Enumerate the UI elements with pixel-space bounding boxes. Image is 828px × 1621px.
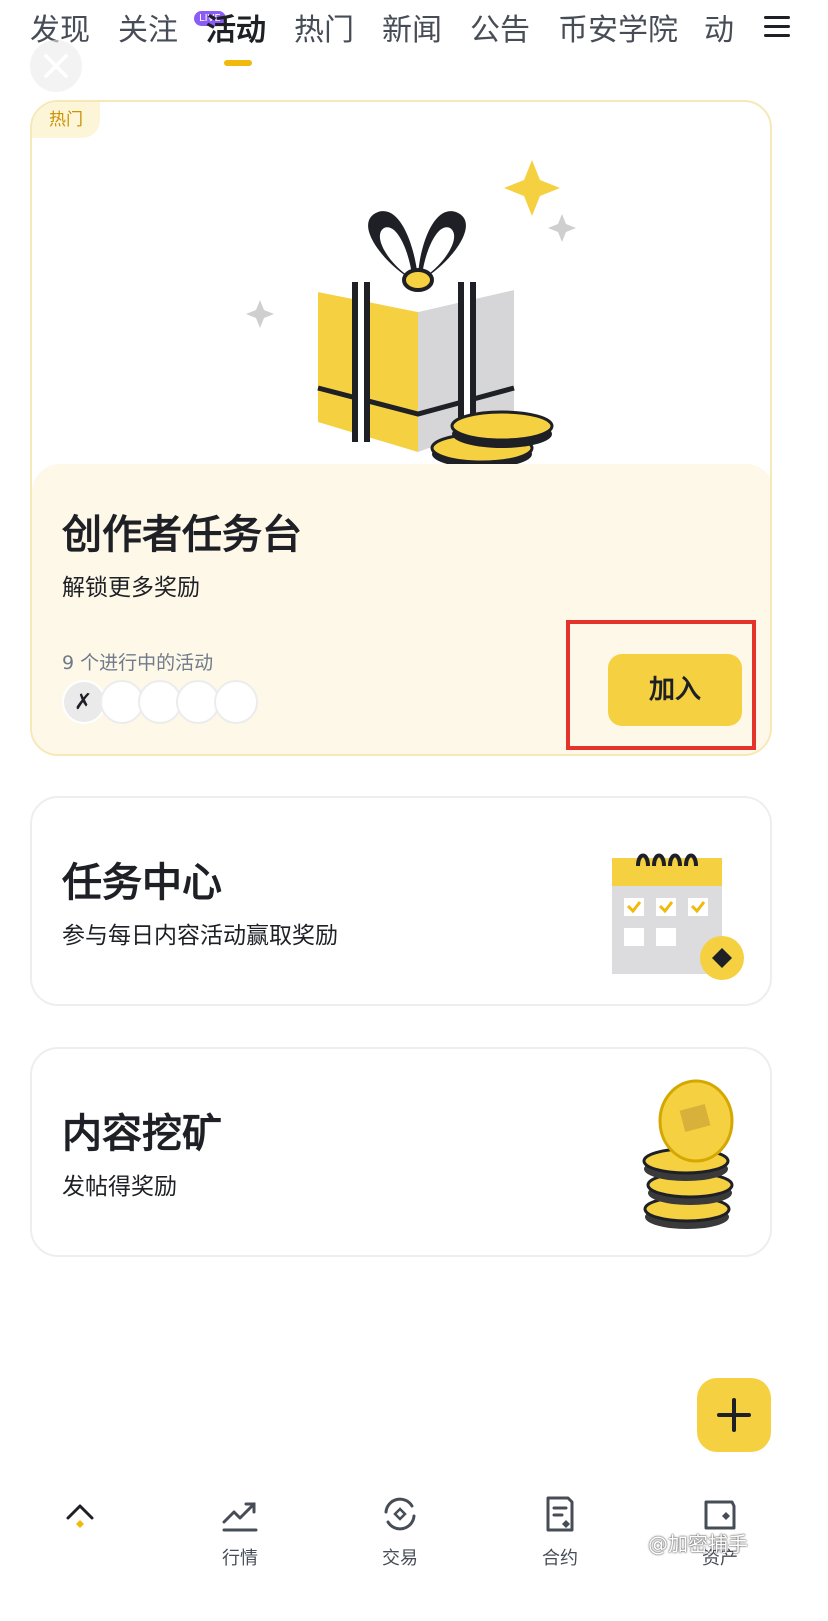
markets-icon <box>222 1502 258 1532</box>
participant-avatars: ✗ <box>62 680 262 726</box>
add-post-button[interactable] <box>697 1378 771 1452</box>
tab-news[interactable]: 新闻 <box>382 6 442 56</box>
creator-task-info: 创作者任务台 解锁更多奖励 9 个进行中的活动 ✗ 加入 <box>32 464 770 754</box>
close-button[interactable] <box>30 40 82 92</box>
nav-label: 交易 <box>382 1548 418 1569</box>
join-button[interactable]: 加入 <box>608 654 742 726</box>
tab-following[interactable]: 关注 <box>118 6 178 56</box>
card-title: 内容挖矿 <box>62 1111 222 1157</box>
tab-trending[interactable]: 热门 <box>294 6 354 56</box>
card-subtitle: 解锁更多奖励 <box>62 575 200 601</box>
nav-markets[interactable]: 行情 <box>190 1480 290 1621</box>
nav-trade[interactable]: 交易 <box>350 1480 450 1621</box>
task-center-card[interactable]: 任务中心 参与每日内容活动赢取奖励 <box>30 796 772 1006</box>
tab-more[interactable]: 动 <box>704 6 734 56</box>
card-title: 任务中心 <box>62 860 222 906</box>
nav-futures[interactable]: 合约 <box>510 1480 610 1621</box>
nav-label: 合约 <box>542 1548 578 1569</box>
content-mining-card[interactable]: 内容挖矿 发帖得奖励 <box>30 1047 772 1257</box>
card-title: 创作者任务台 <box>62 512 302 558</box>
home-icon <box>66 1504 94 1528</box>
tab-activities[interactable]: 活动 <box>206 6 266 56</box>
futures-icon <box>546 1496 574 1532</box>
watermark: @加密捕手 <box>648 1532 748 1556</box>
activity-count: 9 个进行中的活动 <box>62 652 214 674</box>
close-icon <box>44 54 68 78</box>
top-nav: 发现 关注 LIVE 活动 热门 新闻 公告 币安学院 动 <box>0 0 828 92</box>
coin-stack-illustration <box>642 1079 734 1229</box>
gift-box-illustration <box>246 160 576 468</box>
trade-icon <box>384 1497 416 1531</box>
nav-label: 行情 <box>222 1548 258 1569</box>
active-tab-indicator <box>224 60 252 66</box>
hot-tag: 热门 <box>32 102 100 138</box>
tab-announcements[interactable]: 公告 <box>470 6 530 56</box>
nav-home[interactable] <box>30 1480 130 1621</box>
x-logo-icon: ✗ <box>74 690 93 715</box>
activity-page: 发现 关注 LIVE 活动 热门 新闻 公告 币安学院 动 热门 创作者任务台 … <box>0 0 828 1621</box>
card-subtitle: 参与每日内容活动赢取奖励 <box>62 923 338 949</box>
tab-strip[interactable]: 发现 关注 LIVE 活动 热门 新闻 公告 币安学院 动 <box>30 6 760 56</box>
tab-academy[interactable]: 币安学院 <box>558 6 678 56</box>
menu-icon[interactable] <box>762 12 792 42</box>
calendar-illustration <box>612 853 744 980</box>
creator-task-card[interactable]: 热门 创作者任务台 解锁更多奖励 9 个进行中的活动 ✗ 加入 <box>30 100 772 756</box>
avatar <box>214 680 258 724</box>
card-subtitle: 发帖得奖励 <box>62 1174 177 1200</box>
